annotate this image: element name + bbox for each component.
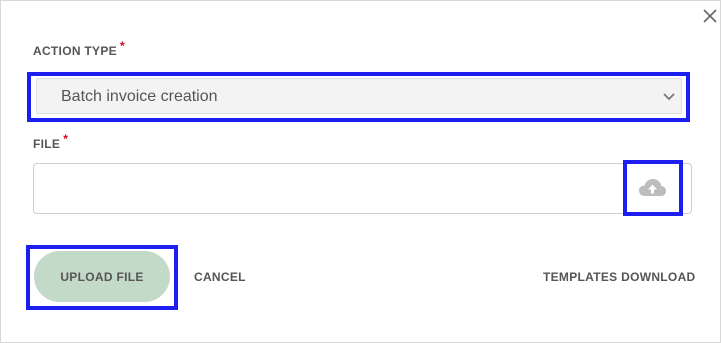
action-type-label: ACTION TYPE * (33, 39, 125, 58)
file-input[interactable] (33, 163, 692, 214)
upload-file-button[interactable]: UPLOAD FILE (34, 251, 170, 302)
action-type-value: Batch invoice creation (61, 88, 218, 105)
upload-dialog: ACTION TYPE * Batch invoice creation FILE… (0, 0, 721, 343)
close-icon[interactable] (700, 6, 720, 26)
cloud-upload-icon[interactable] (638, 177, 667, 198)
templates-download-link[interactable]: TEMPLATES DOWNLOAD (543, 270, 696, 284)
required-mark: * (63, 132, 69, 146)
file-label: FILE * (33, 132, 69, 151)
action-type-select[interactable]: Batch invoice creation (36, 78, 682, 114)
cancel-button[interactable]: CANCEL (194, 270, 246, 284)
chevron-down-icon (663, 93, 675, 101)
required-mark: * (119, 39, 125, 53)
